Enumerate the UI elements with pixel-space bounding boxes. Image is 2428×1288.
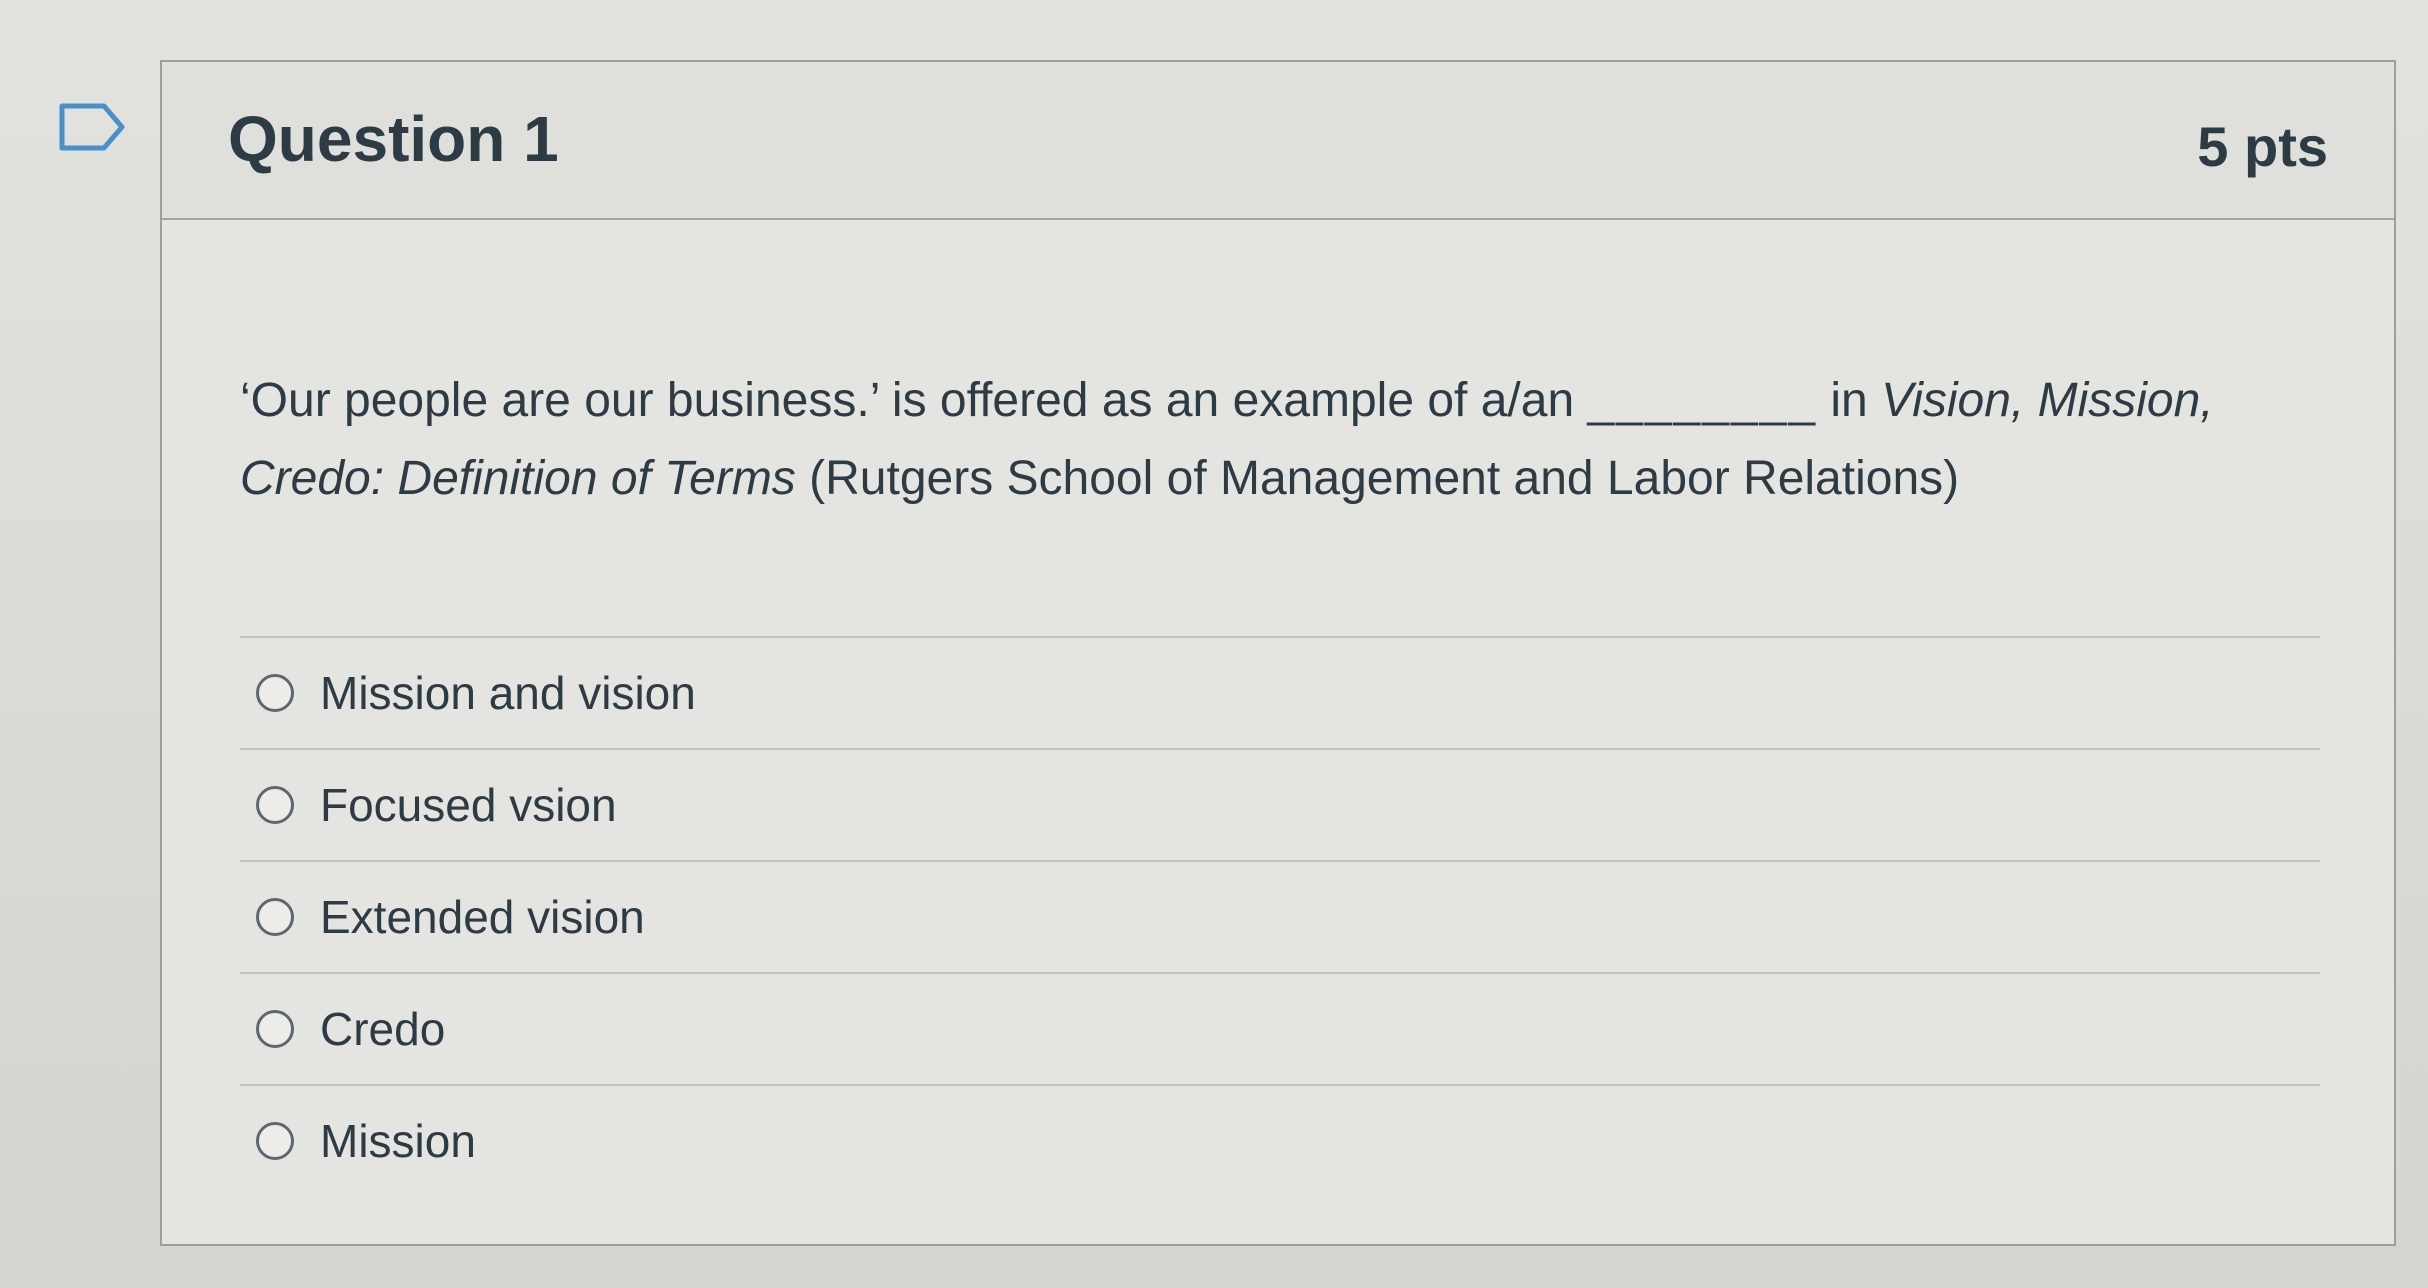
question-text-part3: (Rutgers School of Management and Labor … — [795, 452, 1960, 505]
answer-option-focused-vsion[interactable]: Focused vsion — [240, 750, 2320, 862]
question-points: 5 pts — [2197, 115, 2328, 178]
answer-label[interactable]: Focused vsion — [320, 778, 617, 832]
answer-label[interactable]: Credo — [320, 1002, 445, 1056]
question-text-part1: ‘Our people are our business.’ is offere… — [240, 374, 1588, 427]
question-text-part2: in — [1817, 374, 1882, 427]
radio-unchecked-icon[interactable] — [256, 1010, 294, 1048]
radio-unchecked-icon[interactable] — [256, 898, 294, 936]
question-blank: ________ — [1587, 374, 1818, 427]
question-card: Question 1 5 pts ‘Our people are our bus… — [160, 60, 2396, 1246]
answer-option-credo[interactable]: Credo — [240, 974, 2320, 1086]
answer-label[interactable]: Extended vision — [320, 890, 645, 944]
flag-question-icon[interactable] — [58, 102, 126, 152]
quiz-page: Question 1 5 pts ‘Our people are our bus… — [0, 0, 2428, 1288]
radio-unchecked-icon[interactable] — [256, 674, 294, 712]
question-header: Question 1 5 pts — [162, 62, 2394, 220]
question-title: Question 1 — [228, 103, 559, 175]
question-text: ‘Our people are our business.’ is offere… — [240, 362, 2320, 518]
radio-unchecked-icon[interactable] — [256, 786, 294, 824]
answer-option-mission[interactable]: Mission — [240, 1086, 2320, 1196]
answer-option-extended-vision[interactable]: Extended vision — [240, 862, 2320, 974]
answer-label[interactable]: Mission — [320, 1114, 476, 1168]
radio-unchecked-icon[interactable] — [256, 1122, 294, 1160]
answer-list: Mission and vision Focused vsion Extende… — [240, 636, 2320, 1196]
answer-label[interactable]: Mission and vision — [320, 666, 696, 720]
answer-option-mission-and-vision[interactable]: Mission and vision — [240, 638, 2320, 750]
